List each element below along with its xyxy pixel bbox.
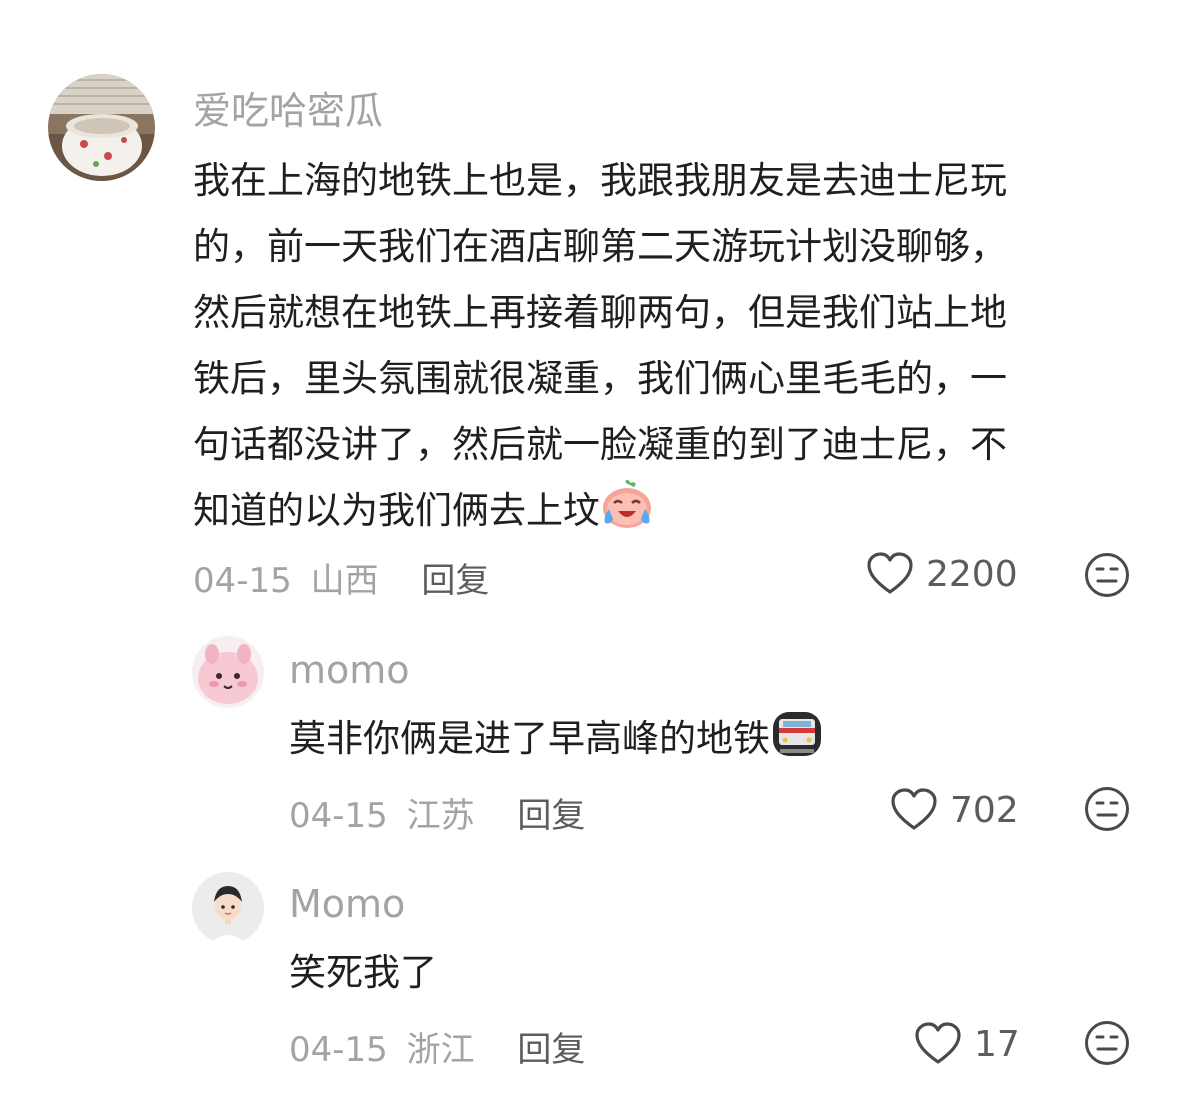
comment-text: 我在上海的地铁上也是，我跟我朋友是去迪士尼玩 的，前一天我们在酒店聊第二天游玩计… <box>193 148 1133 550</box>
comment-location: 浙江 <box>406 1030 475 1070</box>
reply-button[interactable]: 回复 <box>517 796 585 836</box>
comment-date: 04-15 <box>193 561 292 601</box>
like-button[interactable]: 17 <box>914 1022 1020 1066</box>
comment-text-line: 我在上海的地铁上也是，我跟我朋友是去迪士尼玩 <box>193 159 1007 202</box>
comment-text-body: 莫非你俩是进了早高峰的地铁 <box>289 717 770 760</box>
like-button[interactable]: 702 <box>890 788 1019 832</box>
bowl-avatar[interactable] <box>48 74 155 181</box>
heart-icon <box>890 788 938 832</box>
dislike-button[interactable] <box>1084 1020 1130 1066</box>
comment-location: 山西 <box>310 561 379 601</box>
comment-2: momo 莫非你俩是进了早高峰的地铁 04-15 江苏 回复 702 <box>0 620 1179 860</box>
comment-text-line: 然后就想在地铁上再接着聊两句，但是我们站上地 <box>193 291 1007 334</box>
comment-1: 爱吃哈密瓜 我在上海的地铁上也是，我跟我朋友是去迪士尼玩 的，前一天我们在酒店聊… <box>0 0 1179 620</box>
comment-text-line: 知道的以为我们俩去上坟 <box>193 489 600 532</box>
comment-3: Momo 笑死我了 04-15 浙江 回复 17 <box>0 860 1179 1104</box>
comment-text-line: 铁后，里头氛围就很凝重，我们俩心里毛毛的，一 <box>193 357 1007 400</box>
comment-date: 04-15 <box>289 1030 388 1070</box>
meh-face-icon <box>1084 552 1130 598</box>
comment-meta: 04-15 江苏 回复 <box>289 788 585 837</box>
like-count: 702 <box>950 789 1019 831</box>
meh-face-icon <box>1084 1020 1130 1066</box>
comment-username[interactable]: momo <box>289 648 410 692</box>
like-count: 2200 <box>926 553 1018 595</box>
comment-text-body: 笑死我了 <box>289 951 437 994</box>
comment-text-line-last: 知道的以为我们俩去上坟 <box>193 478 1133 550</box>
subway-emoji <box>770 711 824 778</box>
heart-icon <box>866 552 914 596</box>
comment-text-line: 的，前一天我们在酒店聊第二天游玩计划没聊够， <box>193 225 1007 268</box>
meh-face-icon <box>1084 786 1130 832</box>
crying-laughing-peach-emoji <box>600 479 654 550</box>
comment-username[interactable]: Momo <box>289 882 405 926</box>
comment-meta: 04-15 浙江 回复 <box>289 1022 585 1071</box>
reply-button[interactable]: 回复 <box>517 1030 585 1070</box>
pink-plush-avatar[interactable] <box>192 636 264 708</box>
comment-text: 莫非你俩是进了早高峰的地铁 <box>289 706 824 778</box>
like-button[interactable]: 2200 <box>866 552 1018 596</box>
comment-username[interactable]: 爱吃哈密瓜 <box>193 80 383 135</box>
comment-date: 04-15 <box>289 796 388 836</box>
comment-location: 江苏 <box>406 796 475 836</box>
like-count: 17 <box>974 1023 1020 1065</box>
comment-text: 笑死我了 <box>289 940 437 1006</box>
heart-icon <box>914 1022 962 1066</box>
dislike-button[interactable] <box>1084 786 1130 832</box>
boy-avatar[interactable] <box>192 872 264 944</box>
comment-meta: 04-15 山西 回复 <box>193 553 489 602</box>
dislike-button[interactable] <box>1084 552 1130 598</box>
comment-text-line: 句话都没讲了，然后就一脸凝重的到了迪士尼，不 <box>193 423 1007 466</box>
reply-button[interactable]: 回复 <box>421 561 489 601</box>
